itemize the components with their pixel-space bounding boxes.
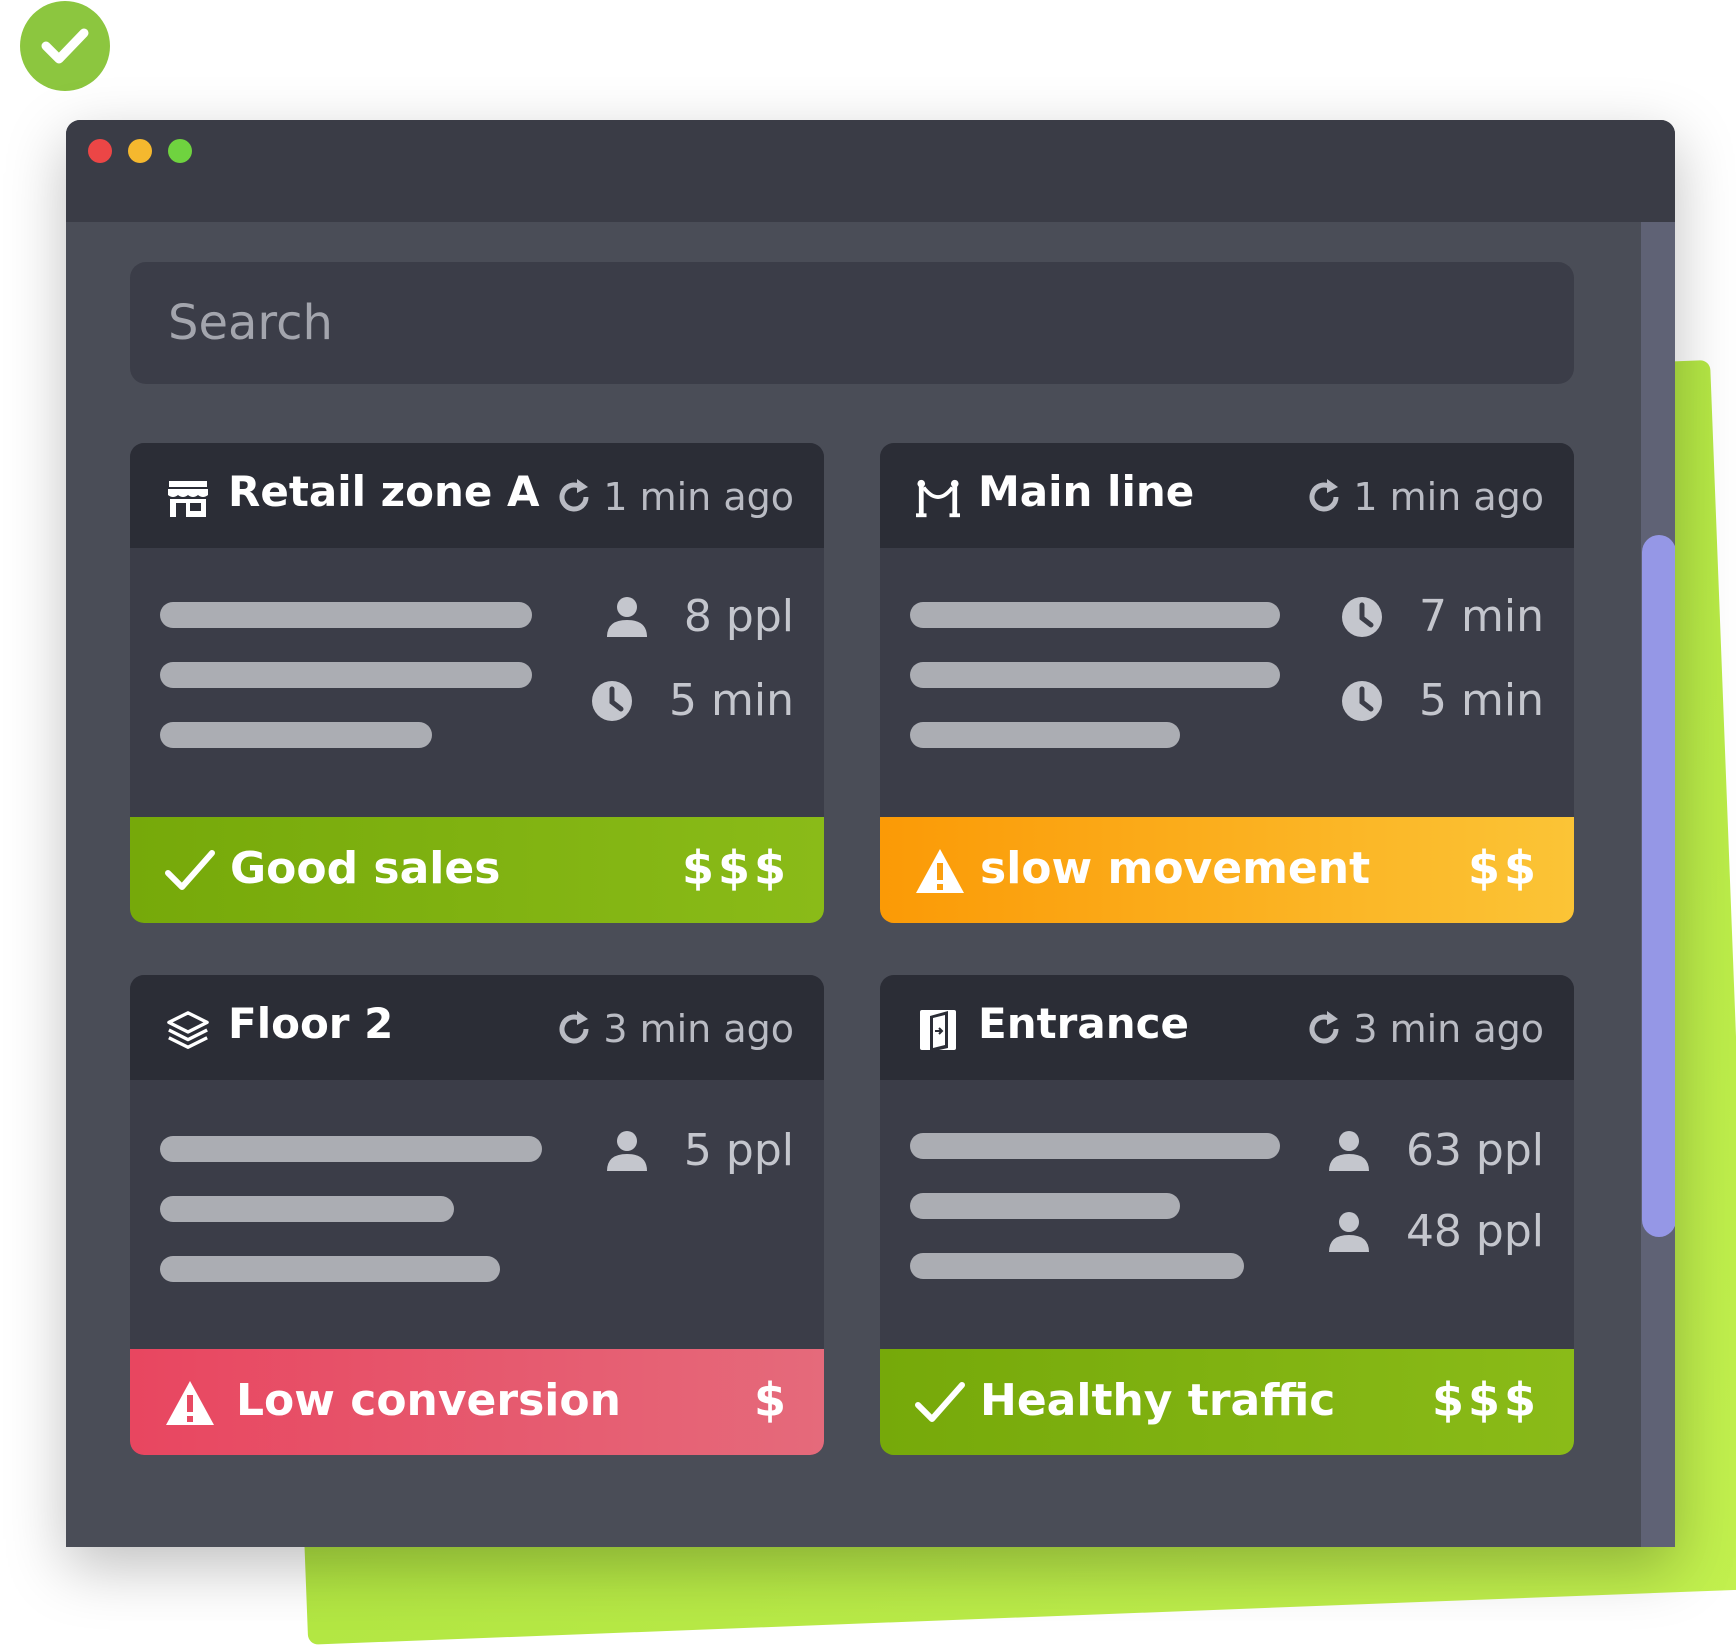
stat-time: 5 min <box>1339 675 1544 726</box>
stat-people: 63 ppl <box>1326 1125 1544 1176</box>
price-level: $$ <box>1467 841 1540 895</box>
checkmark-icon <box>41 28 89 64</box>
warning-icon <box>166 1381 214 1425</box>
card-title: Floor 2 <box>228 999 394 1048</box>
stat-people: 8 ppl <box>604 591 794 642</box>
door-icon <box>916 1009 960 1053</box>
stat-value: 8 ppl <box>683 591 794 642</box>
search-box <box>130 262 1574 384</box>
refresh-icon <box>1309 1011 1339 1044</box>
check-icon <box>165 850 215 890</box>
refresh-icon <box>559 479 589 512</box>
stat-value: 48 ppl <box>1405 1206 1544 1257</box>
updated-text: 3 min ago <box>1353 1007 1544 1051</box>
updated-text: 1 min ago <box>603 475 794 519</box>
status-bar: slow movement $$ <box>880 817 1574 923</box>
placeholder-line <box>160 1256 500 1282</box>
stat-value: 7 min <box>1419 591 1544 642</box>
card-floor-2[interactable]: Floor 2 3 min ago 5 ppl Low conversion $ <box>130 975 824 1455</box>
refresh-icon <box>559 1011 589 1044</box>
stat-time: 7 min <box>1339 591 1544 642</box>
clock-icon <box>589 678 635 724</box>
app-window: Retail zone A 1 min ago 8 ppl 5 min <box>66 120 1675 1547</box>
status-label: Healthy traffic <box>980 1375 1336 1426</box>
maximize-window-button[interactable] <box>168 139 192 163</box>
card-updated: 1 min ago <box>555 475 794 519</box>
person-icon <box>604 1128 650 1174</box>
stat-value: 63 ppl <box>1405 1125 1544 1176</box>
price-level: $ <box>753 1373 790 1427</box>
card-title: Main line <box>978 467 1195 516</box>
status-bar: Low conversion $ <box>130 1349 824 1455</box>
stat-time: 5 min <box>589 675 794 726</box>
card-header: Entrance 3 min ago <box>880 975 1574 1080</box>
success-badge <box>20 1 110 91</box>
store-icon <box>166 477 210 521</box>
placeholder-line <box>910 722 1180 748</box>
card-header: Floor 2 3 min ago <box>130 975 824 1080</box>
placeholder-line <box>160 1136 542 1162</box>
stat-value: 5 ppl <box>683 1125 794 1176</box>
updated-text: 1 min ago <box>1353 475 1544 519</box>
person-icon <box>1326 1128 1372 1174</box>
card-main-line[interactable]: Main line 1 min ago 7 min 5 min slow mov… <box>880 443 1574 923</box>
card-header: Main line 1 min ago <box>880 443 1574 548</box>
status-label: slow movement <box>980 843 1371 894</box>
title-bar <box>66 120 1675 222</box>
placeholder-line <box>910 1133 1280 1159</box>
stat-people: 48 ppl <box>1326 1206 1544 1257</box>
status-bar: Healthy traffic $$$ <box>880 1349 1574 1455</box>
status-label: Low conversion <box>236 1375 621 1426</box>
card-updated: 3 min ago <box>1305 1007 1544 1051</box>
placeholder-line <box>910 1193 1180 1219</box>
status-label: Good sales <box>230 843 501 894</box>
placeholder-line <box>160 1196 454 1222</box>
clock-icon <box>1339 678 1385 724</box>
card-title: Retail zone A <box>228 467 540 516</box>
card-title: Entrance <box>978 999 1190 1048</box>
minimize-window-button[interactable] <box>128 139 152 163</box>
search-input[interactable] <box>166 294 1574 352</box>
card-header: Retail zone A 1 min ago <box>130 443 824 548</box>
placeholder-line <box>160 602 532 628</box>
placeholder-line <box>160 722 432 748</box>
scrollbar-thumb[interactable] <box>1642 535 1675 1237</box>
status-bar: Good sales $$$ <box>130 817 824 923</box>
refresh-icon <box>1309 479 1339 512</box>
check-icon <box>915 1382 965 1422</box>
placeholder-line <box>910 602 1280 628</box>
warning-icon <box>916 849 964 893</box>
queue-barrier-icon <box>916 477 960 521</box>
scrollbar-track[interactable] <box>1641 222 1675 1547</box>
stat-value: 5 min <box>1419 675 1544 726</box>
card-updated: 1 min ago <box>1305 475 1544 519</box>
close-window-button[interactable] <box>88 139 112 163</box>
person-icon <box>604 594 650 640</box>
clock-icon <box>1339 594 1385 640</box>
placeholder-line <box>910 662 1280 688</box>
layers-icon <box>166 1009 210 1053</box>
placeholder-line <box>910 1253 1244 1279</box>
card-updated: 3 min ago <box>555 1007 794 1051</box>
card-entrance[interactable]: Entrance 3 min ago 63 ppl 48 ppl Healthy… <box>880 975 1574 1455</box>
updated-text: 3 min ago <box>603 1007 794 1051</box>
placeholder-line <box>160 662 532 688</box>
person-icon <box>1326 1209 1372 1255</box>
price-level: $$$ <box>681 841 790 895</box>
stat-people: 5 ppl <box>604 1125 794 1176</box>
stat-value: 5 min <box>669 675 794 726</box>
card-retail-zone-a[interactable]: Retail zone A 1 min ago 8 ppl 5 min Good… <box>130 443 824 923</box>
price-level: $$$ <box>1431 1373 1540 1427</box>
